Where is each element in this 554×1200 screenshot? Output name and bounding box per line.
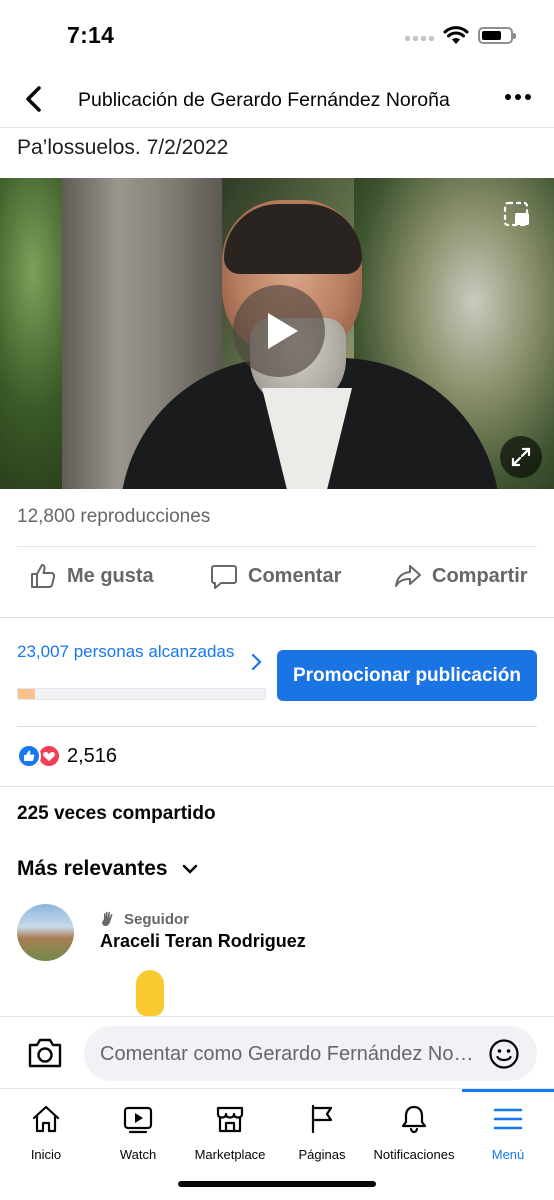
comment-sort-dropdown[interactable]: Más relevantes [17,857,198,881]
picture-in-picture-icon[interactable] [502,200,532,230]
more-options-icon[interactable] [505,94,531,100]
share-arrow-icon [395,565,421,587]
follower-badge: Seguidor [100,910,189,928]
flag-icon [311,1104,333,1134]
avatar[interactable] [17,904,74,961]
status-time: 7:14 [67,22,115,48]
back-chevron-icon[interactable] [22,85,46,113]
storefront-icon [216,1106,244,1133]
battery-icon [478,27,516,44]
nav-header: Publicación de Gerardo Fernández Noroña [0,70,554,128]
tab-menu[interactable]: Menú [462,1089,554,1169]
tab-marketplace[interactable]: Marketplace [184,1089,276,1169]
reaction-count: 2,516 [67,744,118,767]
tab-notificaciones[interactable]: Notificaciones [368,1089,460,1169]
like-label: Me gusta [67,564,154,587]
thumbs-up-icon [31,564,56,588]
divider [17,546,537,547]
video-player[interactable] [0,178,554,489]
emoji-icon[interactable] [488,1038,520,1070]
share-button[interactable]: Compartir [394,562,528,590]
reach-insights-link[interactable]: 23,007 personas alcanzadas [17,642,267,662]
camera-icon[interactable] [27,1037,63,1069]
fullscreen-icon[interactable] [500,436,542,478]
post-actions: Me gusta Comentar Compartir [0,548,554,616]
reach-progress-fill [18,689,36,699]
divider [0,786,554,787]
tab-label: Menú [491,1147,525,1162]
tab-paginas[interactable]: Páginas [276,1089,368,1169]
like-button[interactable]: Me gusta [29,562,154,590]
promote-post-button[interactable]: Promocionar publicación [277,650,537,701]
page-title: Publicación de Gerardo Fernández Noroña [78,89,450,111]
comment-author[interactable]: Araceli Teran Rodriguez [100,931,306,952]
wifi-icon [443,26,469,44]
comment-composer: Comentar como Gerardo Fernández Noroña [0,1016,554,1088]
hamburger-menu-icon [493,1108,523,1130]
reach-progress-bar [17,688,266,700]
post-text: Pa’lossuelos. 7/2/2022 [17,136,229,159]
tab-watch[interactable]: Watch [92,1089,184,1169]
status-bar: 7:14 [0,0,554,70]
home-icon [32,1105,60,1133]
share-label: Compartir [432,564,528,587]
video-play-icon [123,1106,153,1134]
bell-icon [401,1105,427,1134]
speech-bubble-icon [211,565,237,589]
waving-hand-icon [102,911,113,926]
divider [0,617,554,618]
play-button[interactable] [233,285,325,377]
tab-inicio[interactable]: Inicio [0,1089,92,1169]
chevron-right-icon[interactable] [250,652,264,672]
comment-button[interactable]: Comentar [210,562,341,590]
chevron-down-icon [182,864,197,874]
home-indicator[interactable] [178,1181,376,1187]
like-reaction-icon [17,744,41,768]
comment-label: Comentar [248,564,342,587]
share-count[interactable]: 225 veces compartido [17,803,216,825]
follower-badge-label: Seguidor [124,910,190,928]
cellular-signal-icon [405,36,434,41]
comment-input-placeholder: Comentar como Gerardo Fernández Noroña [100,1043,480,1065]
comment-input[interactable]: Comentar como Gerardo Fernández Noroña [84,1026,537,1081]
view-count: 12,800 reproducciones [17,506,211,527]
comment-sticker [136,970,164,1016]
comment-sort-label: Más relevantes [17,857,168,880]
reactions-summary[interactable]: 2,516 [17,744,117,768]
divider [17,726,537,727]
